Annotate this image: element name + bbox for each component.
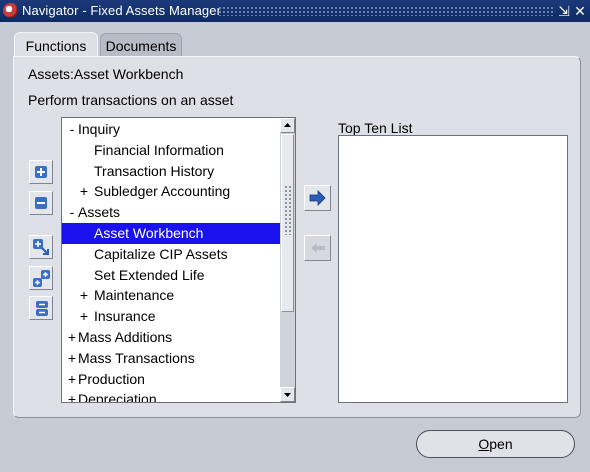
function-tree[interactable]: - Inquiry Financial Information Transaction…	[61, 117, 296, 403]
scroll-up-button[interactable]	[280, 118, 295, 133]
tree-item-label: Depreciation	[78, 391, 157, 403]
tree-item-label: Inquiry	[78, 121, 121, 137]
open-button-label: pen	[489, 436, 513, 452]
tree-item-label: Mass Transactions	[78, 349, 195, 366]
tree-item-label: Mass Additions	[78, 329, 173, 345]
tree-expander[interactable]: -	[66, 202, 78, 223]
scroll-up-arrow-icon	[284, 123, 291, 127]
tree-item-label: Asset Workbench	[94, 225, 204, 241]
tree-item-label: Capitalize CIP Assets	[94, 245, 228, 262]
oracle-logo-icon	[3, 3, 18, 18]
expand-all-icon	[33, 270, 50, 287]
tree-expander[interactable]: +	[78, 285, 90, 306]
tree-expander[interactable]: +	[66, 389, 78, 402]
tree-item[interactable]: + Mass Additions	[62, 327, 280, 348]
remove-from-top-ten-button[interactable]	[304, 235, 331, 261]
collapse-button[interactable]	[29, 191, 53, 215]
top-ten-list[interactable]	[338, 135, 568, 403]
tab-functions[interactable]: Functions	[14, 32, 98, 59]
minimize-icon[interactable]: ⇲	[556, 2, 572, 20]
expand-all-button[interactable]	[29, 266, 53, 290]
breadcrumb: Assets:Asset Workbench	[28, 66, 184, 82]
title-bar[interactable]: Navigator - Fixed Assets Manager ⇲ ✕	[0, 0, 590, 22]
tree-item[interactable]: Capitalize CIP Assets	[62, 244, 280, 265]
tree-item-selected[interactable]: Asset Workbench	[62, 223, 280, 244]
tree-item-label: Assets	[78, 204, 121, 221]
collapse-all-button[interactable]	[29, 296, 53, 320]
remove-from-top-ten-arrow-icon	[311, 243, 325, 253]
tree-item[interactable]: Financial Information	[62, 140, 280, 161]
tree-expander[interactable]: +	[66, 327, 78, 348]
top-ten-label: Top Ten List	[338, 120, 413, 136]
tree-item-label: Insurance	[94, 308, 156, 325]
tree-item[interactable]: - Assets	[62, 202, 280, 223]
expand-icon	[35, 166, 47, 178]
tree-item-label: Maintenance	[94, 287, 175, 304]
open-button[interactable]: Open	[416, 430, 575, 458]
add-to-top-ten-arrow-icon	[309, 190, 326, 206]
expand-branch-button[interactable]	[29, 235, 53, 259]
collapse-icon	[35, 197, 47, 209]
tree-item[interactable]: + Insurance	[62, 306, 280, 327]
tree-item[interactable]: + Depreciation	[62, 389, 280, 403]
tree-item-label: Subledger Accounting	[94, 183, 231, 200]
tree-expander[interactable]: -	[66, 119, 78, 140]
splitter-grip[interactable]	[284, 185, 292, 235]
tree-item[interactable]: + Subledger Accounting	[62, 181, 280, 202]
tree-item[interactable]: + Production	[62, 369, 280, 390]
close-icon[interactable]: ✕	[572, 2, 588, 20]
collapse-all-icon	[36, 301, 48, 316]
scroll-down-arrow-icon	[284, 393, 291, 397]
tree-item[interactable]: + Maintenance	[62, 285, 280, 306]
tree-expander[interactable]: +	[66, 369, 78, 390]
title-bar-grip	[218, 6, 553, 16]
add-to-top-ten-button[interactable]	[304, 185, 331, 211]
tree-expander[interactable]: +	[78, 181, 90, 202]
instruction-text: Perform transactions on an asset	[28, 92, 234, 108]
tree-item[interactable]: Set Extended Life	[62, 265, 280, 286]
tree-item[interactable]: - Inquiry	[62, 119, 280, 140]
tree-item-label: Production	[78, 370, 145, 387]
expand-button[interactable]	[29, 160, 53, 184]
window-title: Navigator - Fixed Assets Manager	[22, 3, 222, 18]
tree-expander[interactable]: +	[78, 306, 90, 327]
tree-item-label: Set Extended Life	[94, 266, 205, 283]
expand-branch-icon	[33, 239, 49, 255]
open-button-accelerator: O	[478, 436, 490, 452]
tree-scrollbar[interactable]	[280, 118, 295, 402]
tree-item[interactable]: Transaction History	[62, 161, 280, 182]
tab-documents[interactable]: Documents	[100, 33, 182, 58]
tree-item-label: Transaction History	[94, 162, 215, 179]
tree-item-label: Financial Information	[94, 141, 224, 158]
tree-item[interactable]: + Mass Transactions	[62, 348, 280, 369]
tree-expander[interactable]: +	[66, 348, 78, 369]
scroll-down-button[interactable]	[280, 387, 295, 402]
